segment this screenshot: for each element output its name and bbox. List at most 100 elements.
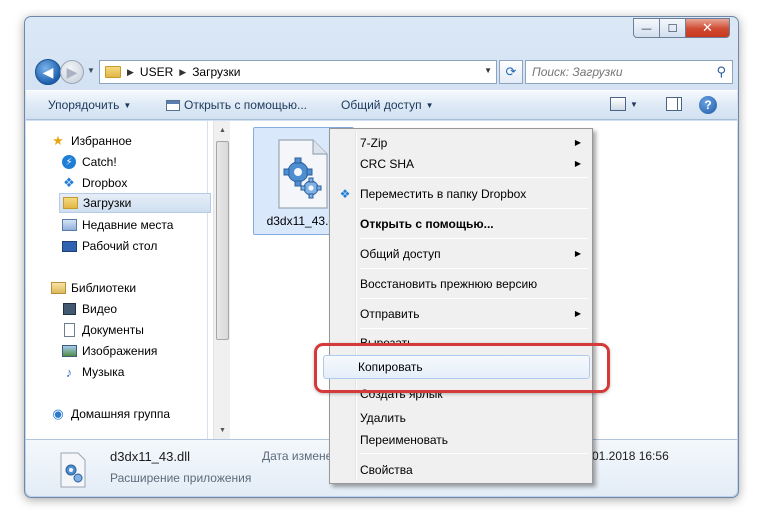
sidebar-item-catch[interactable]: ⚡ Catch! bbox=[61, 152, 117, 172]
breadcrumb-separator[interactable]: ▶ bbox=[127, 67, 134, 78]
menu-separator bbox=[360, 268, 588, 269]
desktop-icon bbox=[61, 240, 77, 252]
sidebar-item-favorites[interactable]: ★ Избранное bbox=[50, 131, 132, 151]
chevron-down-icon: ▼ bbox=[425, 100, 434, 110]
window-controls: — ☐ ✕ bbox=[633, 18, 730, 38]
sidebar-item-recent[interactable]: Недавние места bbox=[61, 215, 173, 235]
menu-item-send-to[interactable]: Отправить ▶ bbox=[332, 303, 590, 325]
catch-icon: ⚡ bbox=[62, 155, 76, 169]
share-label: Общий доступ bbox=[341, 98, 422, 112]
navigation-pane: ★ Избранное ⚡ Catch! ❖ Dropbox Загрузки … bbox=[26, 121, 211, 439]
recent-pages-dropdown[interactable]: ▼ bbox=[87, 66, 95, 75]
share-button[interactable]: Общий доступ ▼ bbox=[341, 98, 434, 112]
breadcrumb-downloads[interactable]: Загрузки bbox=[192, 65, 240, 79]
pictures-icon bbox=[61, 345, 77, 357]
menu-separator bbox=[360, 177, 588, 178]
sidebar-item-label: Недавние места bbox=[82, 218, 174, 232]
sidebar-item-dropbox[interactable]: ❖ Dropbox bbox=[61, 173, 127, 193]
scroll-up-icon[interactable]: ▲ bbox=[215, 122, 230, 138]
help-button[interactable]: ? bbox=[699, 96, 717, 114]
sidebar-item-desktop[interactable]: Рабочий стол bbox=[61, 236, 157, 256]
sidebar-item-documents[interactable]: Документы bbox=[61, 320, 144, 340]
menu-item-label: Отправить bbox=[360, 307, 420, 321]
menu-item-open-with[interactable]: Открыть с помощью... bbox=[332, 213, 590, 235]
menu-item-properties[interactable]: Свойства bbox=[332, 459, 590, 481]
menu-separator bbox=[360, 238, 588, 239]
sidebar-item-homegroup[interactable]: ◉ Домашняя группа bbox=[50, 404, 170, 424]
open-with-button[interactable]: Открыть с помощью... bbox=[166, 98, 307, 112]
submenu-arrow-icon: ▶ bbox=[574, 159, 581, 168]
menu-item-label: Свойства bbox=[360, 463, 413, 477]
menu-separator bbox=[360, 298, 588, 299]
sidebar-item-label: Dropbox bbox=[82, 176, 128, 190]
address-dropdown[interactable]: ▼ bbox=[484, 66, 492, 75]
chevron-down-icon: ▼ bbox=[123, 100, 132, 110]
menu-item-delete[interactable]: Удалить bbox=[332, 407, 590, 429]
libraries-icon bbox=[50, 282, 66, 294]
details-date-label: Дата измене bbox=[262, 449, 333, 463]
menu-item-move-to-dropbox[interactable]: ❖ Переместить в папку Dropbox bbox=[332, 183, 590, 205]
breadcrumb-separator[interactable]: ▶ bbox=[179, 67, 186, 78]
menu-item-label: 7-Zip bbox=[360, 136, 388, 150]
nav-pane-scrollbar[interactable]: ▲ ▼ bbox=[213, 121, 230, 439]
menu-item-7zip[interactable]: 7-Zip ▶ bbox=[332, 132, 590, 154]
menu-item-restore-version[interactable]: Восстановить прежнюю версию bbox=[332, 273, 590, 295]
dll-file-icon bbox=[60, 452, 86, 488]
submenu-arrow-icon: ▶ bbox=[574, 249, 581, 258]
title-bar: — ☐ ✕ bbox=[25, 17, 738, 53]
menu-item-label: Общий доступ bbox=[360, 247, 441, 261]
minimize-button[interactable]: — bbox=[633, 18, 660, 38]
sidebar-item-music[interactable]: ♪ Музыка bbox=[61, 362, 125, 382]
address-bar[interactable]: ▶ USER ▶ Загрузки ▼ bbox=[99, 60, 497, 84]
sidebar-item-libraries[interactable]: Библиотеки bbox=[50, 278, 136, 298]
close-button[interactable]: ✕ bbox=[686, 18, 730, 38]
details-file-name: d3dx11_43.dll bbox=[110, 449, 190, 464]
sidebar-item-label: Библиотеки bbox=[71, 281, 137, 295]
downloads-folder-icon bbox=[62, 197, 78, 209]
homegroup-icon: ◉ bbox=[52, 406, 64, 421]
scrollbar-thumb[interactable] bbox=[216, 141, 229, 340]
sidebar-item-label: Домашняя группа bbox=[71, 407, 171, 421]
menu-separator bbox=[360, 208, 588, 209]
search-box[interactable]: ⚲ bbox=[525, 60, 733, 84]
dll-file-icon bbox=[278, 139, 328, 209]
sidebar-item-label: Музыка bbox=[82, 365, 125, 379]
open-with-label: Открыть с помощью... bbox=[184, 98, 308, 112]
sidebar-item-label: Загрузки bbox=[83, 196, 132, 210]
submenu-arrow-icon: ▶ bbox=[574, 138, 581, 147]
sidebar-item-pictures[interactable]: Изображения bbox=[61, 341, 157, 361]
sidebar-item-downloads[interactable]: Загрузки bbox=[59, 193, 211, 213]
sidebar-item-label: Изображения bbox=[82, 344, 158, 358]
refresh-button[interactable]: ⟳ bbox=[499, 60, 523, 84]
search-icon[interactable]: ⚲ bbox=[716, 64, 726, 80]
maximize-button[interactable]: ☐ bbox=[660, 18, 686, 38]
view-options-dropdown[interactable]: ▼ bbox=[630, 100, 638, 109]
menu-item-label: Переместить в папку Dropbox bbox=[360, 187, 527, 201]
search-input[interactable] bbox=[532, 65, 712, 79]
menu-item-label: Переименовать bbox=[360, 433, 448, 447]
menu-separator bbox=[360, 453, 588, 454]
sidebar-item-video[interactable]: Видео bbox=[61, 299, 117, 319]
change-view-button[interactable] bbox=[610, 97, 626, 111]
menu-separator bbox=[360, 328, 588, 329]
music-icon: ♪ bbox=[65, 364, 73, 380]
menu-item-rename[interactable]: Переименовать bbox=[332, 429, 590, 451]
menu-item-share[interactable]: Общий доступ ▶ bbox=[332, 243, 590, 265]
scroll-down-icon[interactable]: ▼ bbox=[215, 422, 230, 438]
organize-button[interactable]: Упорядочить ▼ bbox=[48, 98, 131, 112]
sidebar-item-label: Избранное bbox=[71, 134, 132, 148]
forward-button[interactable]: ▶ bbox=[60, 60, 84, 84]
refresh-icon: ⟳ bbox=[505, 64, 517, 79]
preview-pane-button[interactable] bbox=[666, 97, 682, 111]
menu-item-crc-sha[interactable]: CRC SHA ▶ bbox=[332, 153, 590, 175]
video-icon bbox=[62, 303, 76, 315]
submenu-arrow-icon: ▶ bbox=[574, 309, 581, 318]
folder-icon bbox=[105, 66, 121, 78]
star-icon: ★ bbox=[52, 133, 64, 148]
dropbox-icon: ❖ bbox=[339, 187, 351, 201]
sidebar-item-label: Рабочий стол bbox=[82, 239, 158, 253]
breadcrumb-user[interactable]: USER bbox=[140, 65, 173, 79]
back-button[interactable]: ◀ bbox=[35, 59, 61, 85]
dropbox-icon: ❖ bbox=[63, 175, 75, 190]
menu-item-label: Открыть с помощью... bbox=[360, 217, 494, 231]
